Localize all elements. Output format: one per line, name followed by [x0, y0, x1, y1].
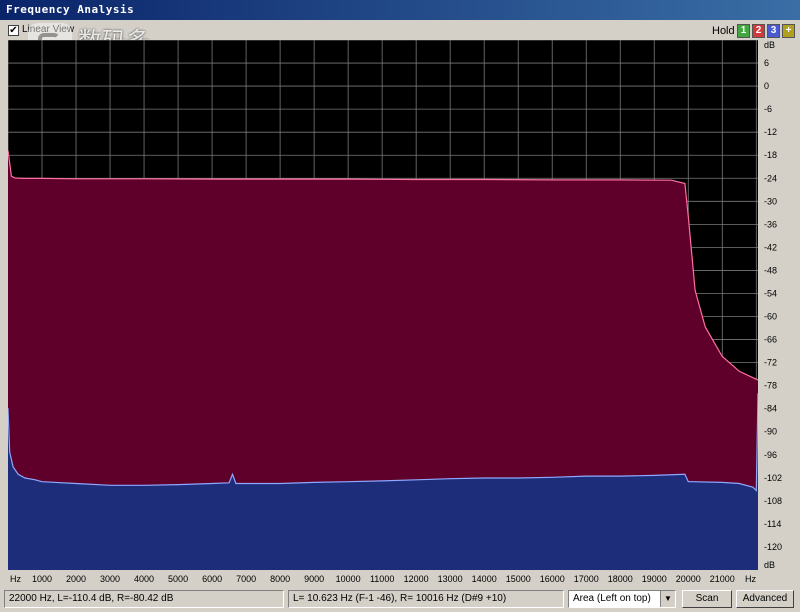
db-tick-label: -18 [764, 150, 777, 160]
hold-button-2[interactable]: 2 [752, 24, 765, 38]
db-tick-label: -36 [764, 219, 777, 229]
hz-tick-label: 1000 [32, 574, 52, 584]
hz-tick-label: 7000 [236, 574, 256, 584]
db-tick-label: 0 [764, 81, 769, 91]
db-tick-label: -42 [764, 242, 777, 252]
db-tick-label: -48 [764, 265, 777, 275]
display-mode-select[interactable]: Area (Left on top) ▼ [568, 590, 676, 608]
hz-tick-label: 15000 [506, 574, 531, 584]
hz-tick-label: 5000 [168, 574, 188, 584]
linear-view-checkbox[interactable]: ✔ [8, 25, 19, 36]
db-tick-label: -24 [764, 173, 777, 183]
db-tick-label: dB [764, 560, 775, 570]
hz-tick-label: 4000 [134, 574, 154, 584]
db-tick-label: -66 [764, 335, 777, 345]
toolbar [0, 20, 800, 40]
hz-tick-label: 18000 [608, 574, 633, 584]
cursor-readout: 22000 Hz, L=-110.4 dB, R=-80.42 dB [4, 590, 284, 608]
db-tick-label: -84 [764, 404, 777, 414]
hold-label: Hold [712, 25, 735, 37]
advanced-button[interactable]: Advanced [736, 590, 794, 608]
hz-tick-label: 11000 [370, 574, 394, 584]
hz-tick-label: 21000 [710, 574, 735, 584]
db-tick-label: -114 [764, 519, 781, 529]
hold-button-3[interactable]: 3 [767, 24, 780, 38]
hz-tick-label: 17000 [574, 574, 599, 584]
db-tick-label: -6 [764, 104, 772, 114]
hz-tick-label: 13000 [438, 574, 463, 584]
hz-tick-label: 12000 [404, 574, 429, 584]
db-tick-label: -120 [764, 542, 782, 552]
hz-axis: Hz 1000 2000 3000 4000 5000 6000 7000 8000 9000 10… [8, 570, 758, 586]
title-bar[interactable]: Frequency Analysis [0, 0, 800, 20]
hold-button-add[interactable]: + [782, 24, 795, 38]
db-tick-label: -60 [764, 312, 777, 322]
db-tick-label: -54 [764, 288, 777, 298]
display-mode-value: Area (Left on top) [573, 593, 651, 604]
status-bar: 22000 Hz, L=-110.4 dB, R=-80.42 dB L= 10… [0, 588, 800, 612]
peak-readout: L= 10.623 Hz (F-1 -46), R= 10016 Hz (D#9… [288, 590, 564, 608]
hz-tick-label: 10000 [336, 574, 361, 584]
hz-tick-label: 19000 [642, 574, 667, 584]
linear-view-label: Linear View [22, 24, 75, 35]
hz-tick-label: Hz [745, 574, 756, 584]
db-tick-label: -108 [764, 496, 782, 506]
db-tick-label: -96 [764, 450, 777, 460]
hz-tick-label: 9000 [304, 574, 324, 584]
db-tick-label: -72 [764, 358, 777, 368]
hz-tick-label: 14000 [472, 574, 497, 584]
spectrum-plot[interactable] [8, 40, 758, 570]
db-tick-label: -30 [764, 196, 777, 206]
hz-tick-label: 20000 [676, 574, 701, 584]
db-tick-label: -78 [764, 381, 777, 391]
hz-tick-label: 16000 [540, 574, 565, 584]
db-tick-label: -102 [764, 473, 782, 483]
window-title: Frequency Analysis [6, 3, 135, 16]
db-axis: dB 6 0 -6 -12 -18 -24 -30 -36 -42 -48 -54 -60 -66 -72 -… [758, 40, 800, 570]
db-tick-label: -90 [764, 427, 777, 437]
hz-tick-label: 2000 [66, 574, 86, 584]
hold-button-1[interactable]: 1 [737, 24, 750, 38]
hz-tick-label: 6000 [202, 574, 222, 584]
db-tick-label: -12 [764, 127, 777, 137]
hz-tick-label: Hz [10, 574, 21, 584]
chevron-down-icon[interactable]: ▼ [660, 591, 675, 607]
hz-tick-label: 8000 [270, 574, 290, 584]
scan-button[interactable]: Scan [682, 590, 732, 608]
hz-tick-label: 3000 [100, 574, 120, 584]
db-tick-label: 6 [764, 58, 769, 68]
frequency-analysis-window: Frequency Analysis ✔ Linear View 数码多 Soo… [0, 0, 800, 612]
db-tick-label: dB [764, 40, 775, 50]
